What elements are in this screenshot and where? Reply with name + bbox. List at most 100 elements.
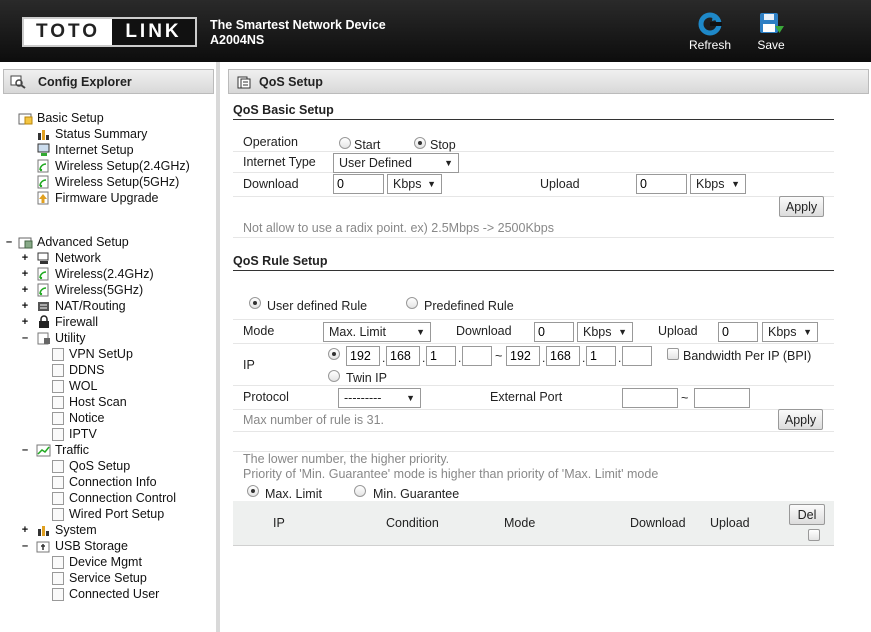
logo-left-text: TOTO [24, 19, 112, 45]
tree-basic-setup[interactable]: Basic Setup [18, 110, 104, 126]
rule-upload-unit-select[interactable]: Kbps ▼ [762, 322, 818, 342]
max-limit-label: Max. Limit [265, 487, 322, 501]
folder-icon [18, 237, 33, 249]
ip-start-octet-2[interactable] [386, 346, 420, 366]
tree-service-setup[interactable]: Service Setup [52, 570, 147, 586]
page-icon [52, 507, 64, 521]
tree-iptv[interactable]: IPTV [52, 426, 97, 442]
content-header: QoS Setup [228, 69, 869, 94]
tree-firewall[interactable]: + Firewall [20, 314, 98, 330]
page-icon [52, 587, 64, 601]
expand-icon[interactable]: + [20, 316, 30, 328]
upload-input[interactable] [636, 174, 687, 194]
ip-range-radio[interactable] [328, 348, 340, 360]
tree-connection-control[interactable]: Connection Control [52, 490, 176, 506]
expand-icon[interactable]: + [20, 284, 30, 296]
collapse-icon[interactable]: – [20, 444, 30, 456]
rule-apply-button[interactable]: Apply [778, 409, 823, 430]
utility-icon [37, 332, 50, 345]
ip-row: IP . . . ~ . . . Bandwidth Per IP (BPI) … [233, 345, 834, 386]
internet-type-select[interactable]: User Defined ▼ [333, 153, 459, 173]
basic-apply-button[interactable]: Apply [779, 196, 824, 217]
rule-download-input[interactable] [534, 322, 574, 342]
spacer-row [233, 433, 834, 452]
tree-internet-setup[interactable]: Internet Setup [36, 142, 134, 158]
tree-wireless-5[interactable]: + Wireless(5GHz) [20, 282, 143, 298]
tree-vpn-setup[interactable]: VPN SetUp [52, 346, 133, 362]
expand-icon[interactable]: + [20, 268, 30, 280]
port-range-tilde: ~ [681, 391, 689, 405]
collapse-icon[interactable]: – [20, 332, 30, 344]
tree-label: Notice [69, 411, 105, 425]
mode-select[interactable]: Max. Limit ▼ [323, 322, 431, 342]
max-limit-radio[interactable] [247, 485, 259, 497]
tree-utility[interactable]: – Utility [20, 330, 86, 346]
tree-device-mgmt[interactable]: Device Mgmt [52, 554, 142, 570]
expand-icon[interactable]: + [20, 524, 30, 536]
tree-wol[interactable]: WOL [52, 378, 97, 394]
download-unit-select[interactable]: Kbps ▼ [387, 174, 442, 194]
ip-end-octet-2[interactable] [546, 346, 580, 366]
tree-wired-port-setup[interactable]: Wired Port Setup [52, 506, 164, 522]
collapse-icon[interactable]: – [4, 236, 14, 248]
ip-start-octet-4[interactable] [462, 346, 492, 366]
operation-start-radio[interactable] [339, 137, 351, 149]
bpi-checkbox[interactable] [667, 348, 679, 360]
tree-wireless-24[interactable]: + Wireless(2.4GHz) [20, 266, 154, 282]
expand-icon[interactable]: + [20, 252, 30, 264]
upload-unit-select[interactable]: Kbps ▼ [690, 174, 746, 194]
bandwidth-row: Download Kbps ▼ Upload Kbps ▼ [233, 174, 834, 197]
download-input[interactable] [333, 174, 384, 194]
refresh-button[interactable]: Refresh [689, 12, 731, 52]
tree-qos-setup[interactable]: QoS Setup [52, 458, 130, 474]
tree-network[interactable]: + Network [20, 250, 101, 266]
user-defined-rule-radio[interactable] [249, 297, 261, 309]
tagline-text: The Smartest Network Device [210, 18, 386, 32]
expand-icon[interactable]: + [20, 300, 30, 312]
external-port-end-input[interactable] [694, 388, 750, 408]
predefined-rule-radio[interactable] [406, 297, 418, 309]
rule-download-unit-select[interactable]: Kbps ▼ [577, 322, 633, 342]
tree-connection-info[interactable]: Connection Info [52, 474, 157, 490]
chart-icon [38, 526, 49, 536]
tree-wireless-setup-5[interactable]: Wireless Setup(5GHz) [36, 174, 179, 190]
save-button[interactable]: Save [757, 12, 785, 52]
operation-stop-radio[interactable] [414, 137, 426, 149]
tree-ddns[interactable]: DDNS [52, 362, 104, 378]
ip-end-octet-4[interactable] [622, 346, 652, 366]
tree-nat-routing[interactable]: + NAT/Routing [20, 298, 126, 314]
twin-ip-radio[interactable] [328, 370, 340, 382]
page-icon [52, 475, 64, 489]
collapse-icon[interactable]: – [20, 540, 30, 552]
ip-end-octet-3[interactable] [586, 346, 616, 366]
priority-note-2: Priority of 'Min. Guarantee' mode is hig… [243, 467, 659, 481]
tree-label: Wireless(2.4GHz) [55, 267, 154, 281]
tree-label: Wireless Setup(5GHz) [55, 175, 180, 189]
tree-status-summary[interactable]: Status Summary [36, 126, 147, 142]
protocol-select[interactable]: --------- ▼ [338, 388, 421, 408]
top-header: TOTO LINK The Smartest Network Device A2… [0, 0, 871, 62]
protocol-label: Protocol [243, 390, 289, 404]
tree-wireless-setup-24[interactable]: Wireless Setup(2.4GHz) [36, 158, 190, 174]
tree-host-scan[interactable]: Host Scan [52, 394, 127, 410]
dropdown-arrow-icon: ▼ [416, 327, 425, 337]
tree-traffic[interactable]: – Traffic [20, 442, 89, 458]
tree-label: Network [55, 251, 101, 265]
ip-start-octet-1[interactable] [346, 346, 380, 366]
tree-usb-storage[interactable]: – USB Storage [20, 538, 128, 554]
config-explorer-title: Config Explorer [38, 74, 132, 89]
mode-value: Max. Limit [329, 325, 386, 339]
select-all-checkbox[interactable] [808, 529, 820, 541]
ip-start-octet-3[interactable] [426, 346, 456, 366]
usb-icon [36, 541, 50, 553]
rule-upload-input[interactable] [718, 322, 758, 342]
tree-firmware-upgrade[interactable]: Firmware Upgrade [36, 190, 159, 206]
external-port-start-input[interactable] [622, 388, 678, 408]
min-guarantee-radio[interactable] [354, 485, 366, 497]
tree-advanced-setup[interactable]: – Advanced Setup [4, 234, 129, 250]
delete-button[interactable]: Del [789, 504, 825, 525]
ip-end-octet-1[interactable] [506, 346, 540, 366]
tree-system[interactable]: + System [20, 522, 97, 538]
tree-connected-user[interactable]: Connected User [52, 586, 159, 602]
tree-notice[interactable]: Notice [52, 410, 104, 426]
